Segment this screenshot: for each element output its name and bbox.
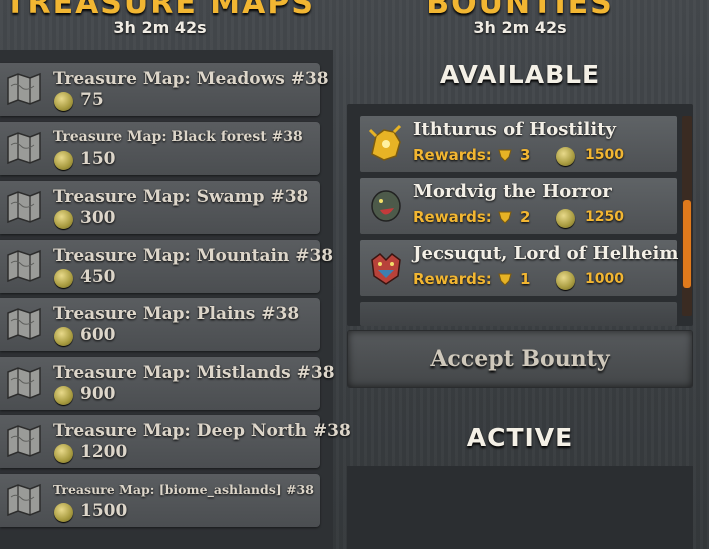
- map-icon: [7, 190, 41, 224]
- treasure-map-name: Treasure Map: Mountain #38: [53, 246, 334, 266]
- golden-beast-icon: [368, 124, 402, 161]
- treasure-map-price: 1200: [80, 442, 128, 462]
- map-icon: [7, 249, 41, 283]
- treasure-maps-timer: 3h 2m 42s: [113, 18, 207, 37]
- coin-icon: [556, 271, 575, 290]
- bounty-name: Jecsuqut, Lord of Helheim: [413, 243, 679, 264]
- treasure-map-row-swamp[interactable]: Treasure Map: Swamp #38 300: [0, 181, 320, 234]
- treasure-map-row-mistlands[interactable]: Treasure Map: Mistlands #38 900: [0, 357, 335, 410]
- active-bounty-list: [347, 466, 693, 549]
- coin-icon: [54, 327, 73, 346]
- bounty-trophy-count: 2: [520, 208, 531, 226]
- coin-icon: [54, 210, 73, 229]
- bounty-coin-reward: 1500: [585, 147, 624, 163]
- coin-icon: [54, 269, 73, 288]
- coin-icon: [54, 503, 73, 522]
- bounty-row[interactable]: Jecsuqut, Lord of Helheim Rewards: 1 100…: [360, 240, 679, 296]
- bounties-timer: 3h 2m 42s: [473, 18, 567, 37]
- treasure-map-list: Treasure Map: Meadows #38 75 Treasure Ma…: [0, 50, 351, 549]
- treasure-map-name: Treasure Map: Black forest #38: [53, 129, 303, 145]
- bounty-scroll-thumb[interactable]: [683, 200, 691, 288]
- treasure-map-row-black-forest[interactable]: Treasure Map: Black forest #38 150: [0, 122, 320, 175]
- map-icon: [7, 483, 41, 517]
- bounty-row[interactable]: Mordvig the Horror Rewards: 2 1250: [360, 178, 677, 234]
- bounty-row[interactable]: Ithturus of Hostility Rewards: 3 1500: [360, 116, 677, 172]
- coin-icon: [556, 209, 575, 228]
- map-icon: [7, 307, 41, 341]
- treasure-map-name: Treasure Map: Swamp #38: [53, 187, 309, 207]
- treasure-map-row-meadows[interactable]: Treasure Map: Meadows #38 75: [0, 63, 329, 116]
- dragon-head-icon: [371, 253, 401, 285]
- treasure-map-name: Treasure Map: Plains #38: [53, 304, 300, 324]
- treasure-map-row-deep-north[interactable]: Treasure Map: Deep North #38 1200: [0, 415, 351, 468]
- active-heading: ACTIVE: [466, 423, 574, 452]
- rewards-label: Rewards:: [413, 208, 492, 226]
- treasure-map-name: Treasure Map: [biome_ashlands] #38: [53, 482, 314, 497]
- map-icon: [7, 366, 41, 400]
- treasure-map-price: 150: [80, 149, 116, 169]
- treasure-map-price: 1500: [80, 501, 128, 521]
- map-icon: [7, 72, 41, 106]
- serpent-head-icon: [371, 190, 401, 222]
- treasure-map-price: 75: [80, 90, 104, 110]
- bounty-row-partial[interactable]: [360, 302, 677, 326]
- available-bounty-list: Ithturus of Hostility Rewards: 3 1500 Mo…: [347, 104, 693, 326]
- map-icon: [7, 131, 41, 165]
- trophy-icon: [498, 149, 512, 162]
- coin-icon: [556, 147, 575, 166]
- trophy-icon: [498, 211, 512, 224]
- bounty-name: Ithturus of Hostility: [413, 119, 616, 140]
- treasure-map-row-mountain[interactable]: Treasure Map: Mountain #38 450: [0, 240, 333, 293]
- bounty-coin-reward: 1000: [585, 271, 624, 287]
- coin-icon: [54, 151, 73, 170]
- treasure-map-name: Treasure Map: Deep North #38: [53, 421, 351, 441]
- treasure-map-row-plains[interactable]: Treasure Map: Plains #38 600: [0, 298, 320, 351]
- trophy-icon: [498, 273, 512, 286]
- treasure-map-row-ashlands[interactable]: Treasure Map: [biome_ashlands] #38 1500: [0, 474, 320, 527]
- bounty-trophy-count: 1: [520, 270, 531, 288]
- bounty-trophy-count: 3: [520, 146, 531, 164]
- accept-bounty-button[interactable]: Accept Bounty: [347, 330, 693, 388]
- map-icon: [7, 424, 41, 458]
- coin-icon: [54, 92, 73, 111]
- coin-icon: [54, 444, 73, 463]
- bounty-name: Mordvig the Horror: [413, 181, 612, 202]
- treasure-map-name: Treasure Map: Mistlands #38: [53, 363, 335, 383]
- available-heading: AVAILABLE: [439, 60, 601, 89]
- treasure-map-price: 600: [80, 325, 116, 345]
- rewards-label: Rewards:: [413, 270, 492, 288]
- coin-icon: [54, 386, 73, 405]
- treasure-map-price: 450: [80, 267, 116, 287]
- bounty-scrollbar[interactable]: [682, 116, 692, 316]
- treasure-map-name: Treasure Map: Meadows #38: [53, 69, 329, 89]
- bounty-coin-reward: 1250: [585, 209, 624, 225]
- rewards-label: Rewards:: [413, 146, 492, 164]
- treasure-map-price: 300: [80, 208, 116, 228]
- treasure-map-price: 900: [80, 384, 116, 404]
